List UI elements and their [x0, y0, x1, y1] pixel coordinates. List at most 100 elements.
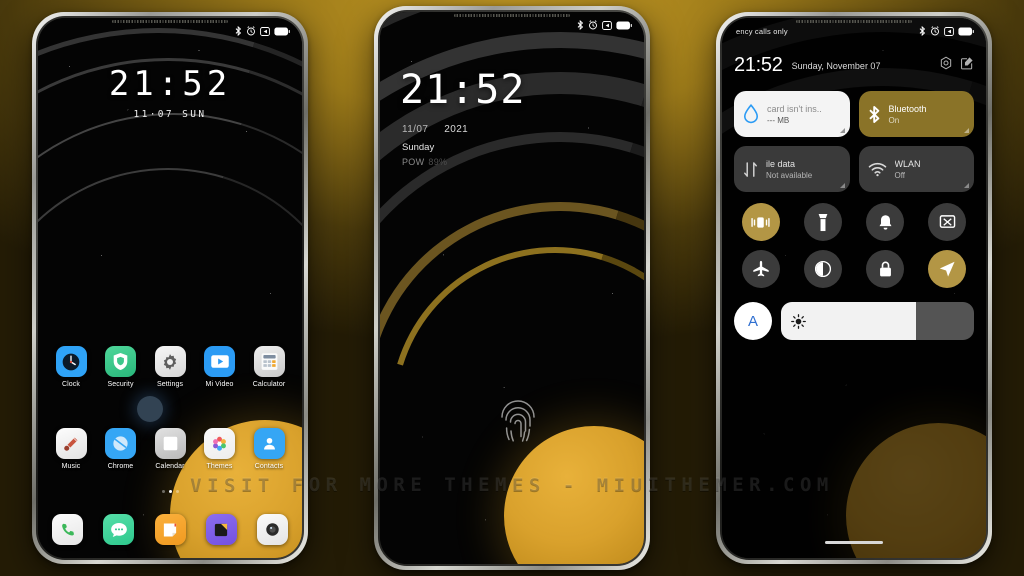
tile-bluetooth[interactable]: Bluetooth On: [858, 91, 974, 137]
sun-icon: [791, 313, 806, 329]
tile-subtitle: Off: [894, 170, 906, 180]
lock-screen-weekday: Sunday: [402, 142, 435, 153]
phone-bezel: 21:52 11·07 SUN Clock Security Settings …: [36, 16, 304, 560]
tile-title: card isn't ins..: [767, 103, 822, 114]
clock-icon: [55, 346, 87, 377]
rotation-lock-icon: [879, 261, 891, 277]
toggle-dark-mode[interactable]: [803, 250, 842, 288]
app-icon-security[interactable]: Security: [102, 346, 140, 388]
folder-blob[interactable]: [137, 396, 163, 422]
toggle-vibrate[interactable]: [741, 203, 780, 241]
control-center-header: 21:52 Sunday, November 07: [734, 54, 974, 77]
power-label: POW: [402, 157, 425, 167]
toggle-location[interactable]: [928, 250, 967, 288]
app-icon-mi-video[interactable]: Mi Video: [201, 346, 239, 388]
brightness-row: A: [734, 302, 974, 340]
tile-subtitle: --- MB: [767, 115, 790, 125]
tile-expand-corner[interactable]: [839, 128, 845, 133]
music-icon: [55, 428, 87, 459]
page-dot[interactable]: [175, 490, 179, 493]
app-label: Themes: [206, 463, 233, 470]
ringer-bell-icon: [879, 214, 892, 230]
dark-mode-icon: [814, 260, 831, 278]
page-dot-active[interactable]: [168, 490, 172, 493]
lock-screen-meta: 11/07 2021 Sunday POW 89%: [402, 124, 468, 167]
app-icon-music[interactable]: Music: [52, 428, 90, 470]
bluetooth-icon: [868, 105, 879, 123]
app-icon-chrome[interactable]: Chrome: [102, 428, 140, 470]
tile-mobile-data[interactable]: ile data Not available: [734, 146, 850, 192]
toggle-airplane[interactable]: [741, 250, 780, 288]
page-dot[interactable]: [161, 490, 165, 493]
bluetooth-icon: [577, 20, 584, 30]
phone1-screen: 21:52 11·07 SUN Clock Security Settings …: [38, 18, 302, 558]
battery-icon: [274, 27, 290, 35]
auto-brightness-label: A: [747, 312, 758, 330]
app-icon-themes[interactable]: Themes: [201, 428, 239, 470]
home-clock-widget[interactable]: 21:52 11·07 SUN: [38, 64, 302, 120]
sim-data-icon: [743, 104, 759, 124]
themes-icon: [204, 428, 235, 459]
earpiece-speaker: [453, 14, 571, 17]
phone-lock-screen: 21:52 11/07 2021 Sunday POW 89%: [374, 6, 650, 570]
brightness-slider[interactable]: [781, 302, 974, 340]
tile-title: Bluetooth: [888, 103, 927, 114]
gear-icon[interactable]: [939, 56, 953, 75]
video-icon: [204, 346, 235, 377]
app-icon-clock[interactable]: Clock: [52, 346, 90, 388]
cast-icon: [939, 215, 956, 228]
auto-brightness-button[interactable]: A: [734, 302, 772, 340]
messages-icon[interactable]: [103, 514, 135, 545]
shade-date: Sunday, November 07: [791, 60, 881, 71]
toggle-cast[interactable]: [928, 203, 967, 241]
toggle-rotation-lock[interactable]: [866, 250, 905, 288]
app-icon-calendar[interactable]: Calendar: [151, 428, 189, 470]
phone-control-center: ency calls only 21:52 Sunday, November 0…: [716, 12, 992, 564]
toggle-ringer[interactable]: [866, 203, 905, 241]
wifi-icon: [868, 162, 886, 176]
dnd-icon: [260, 26, 270, 36]
tile-wlan[interactable]: WLAN Off: [858, 146, 974, 192]
round-tiles-grid: [734, 203, 974, 288]
toggle-flashlight[interactable]: [803, 203, 842, 241]
bluetooth-icon: [235, 26, 242, 36]
lock-screen-time: 21:52: [400, 67, 526, 113]
app-icon-settings[interactable]: Settings: [151, 346, 189, 388]
app-label: Settings: [156, 381, 184, 388]
notes-icon[interactable]: [154, 514, 186, 545]
app-label: Security: [107, 381, 134, 388]
fingerprint-icon[interactable]: [498, 398, 538, 449]
battery-icon: [616, 21, 632, 29]
app-icon-calculator[interactable]: Calculator: [250, 346, 288, 388]
tile-sim-data[interactable]: card isn't ins.. --- MB: [734, 91, 850, 137]
tile-expand-corner[interactable]: [964, 128, 969, 133]
tile-expand-corner[interactable]: [964, 183, 969, 188]
lock-screen-battery-row: POW 89%: [402, 157, 468, 167]
home-indicator-bar[interactable]: [825, 541, 883, 544]
calendar-icon: [154, 428, 186, 459]
app-label: Music: [61, 463, 81, 470]
alarm-icon: [247, 26, 255, 36]
app-label: Calculator: [252, 381, 286, 388]
phone3-screen: ency calls only 21:52 Sunday, November 0…: [722, 18, 986, 558]
app-label: Contacts: [254, 463, 284, 470]
lock-screen-date-row: 11/07 2021: [402, 124, 468, 135]
dock: [38, 514, 302, 545]
phone2-screen: 21:52 11/07 2021 Sunday POW 89%: [380, 12, 644, 564]
tile-expand-corner[interactable]: [839, 183, 845, 188]
edit-icon[interactable]: [960, 56, 974, 75]
tile-subtitle: On: [888, 115, 900, 125]
dnd-icon: [944, 26, 954, 36]
flashlight-icon: [818, 213, 828, 231]
app-icon-contacts[interactable]: Contacts: [250, 428, 288, 470]
brightness-slider-fill: [781, 302, 917, 340]
gallery-icon[interactable]: [205, 514, 237, 545]
camera-icon[interactable]: [257, 514, 288, 545]
battery-icon: [958, 27, 974, 35]
page-indicator-dots[interactable]: [38, 490, 302, 493]
airplane-icon: [752, 260, 769, 277]
phone-icon[interactable]: [52, 514, 83, 545]
status-icons: [919, 26, 974, 36]
lock-screen-year: 2021: [444, 124, 469, 135]
bluetooth-icon: [919, 26, 926, 36]
